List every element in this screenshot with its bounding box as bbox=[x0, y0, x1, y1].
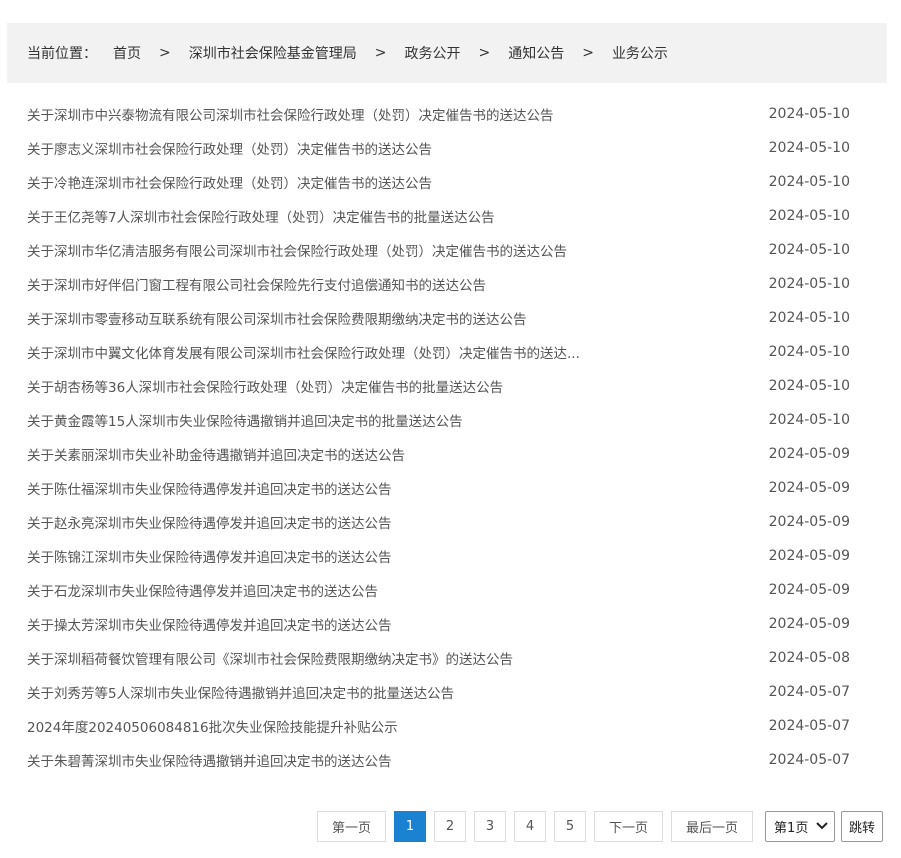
breadcrumb-bureau[interactable]: 深圳市社会保险基金管理局 bbox=[189, 43, 357, 63]
list-item: 关于深圳稻荷餐饮管理有限公司《深圳市社会保险费限期缴纳决定书》的送达公告 2024… bbox=[0, 641, 901, 675]
notice-title-link[interactable]: 关于黄金霞等15人深圳市失业保险待遇撤销并追回决定书的批量送达公告 bbox=[27, 410, 607, 430]
list-item: 关于操太芳深圳市失业保险待遇停发并追回决定书的送达公告 2024-05-09 bbox=[0, 607, 901, 641]
breadcrumb-government-affairs[interactable]: 政务公开 bbox=[404, 43, 460, 63]
list-item: 关于胡杏杨等36人深圳市社会保险行政处理（处罚）决定催告书的批量送达公告 2024… bbox=[0, 369, 901, 403]
list-item: 关于冷艳连深圳市社会保险行政处理（处罚）决定催告书的送达公告 2024-05-10 bbox=[0, 165, 901, 199]
notice-title-link[interactable]: 关于深圳市中兴泰物流有限公司深圳市社会保险行政处理（处罚）决定催告书的送达公告 bbox=[27, 104, 607, 124]
notice-title-link[interactable]: 关于深圳市好伴侣门窗工程有限公司社会保险先行支付追偿通知书的送达公告 bbox=[27, 274, 607, 294]
page-1-button[interactable]: 1 bbox=[394, 810, 427, 842]
notice-date: 2024-05-09 bbox=[768, 616, 850, 632]
notice-title-link[interactable]: 关于朱碧菁深圳市失业保险待遇撤销并追回决定书的送达公告 bbox=[27, 750, 607, 770]
notice-date: 2024-05-10 bbox=[768, 242, 850, 258]
list-item: 关于陈锦江深圳市失业保险待遇停发并追回决定书的送达公告 2024-05-09 bbox=[0, 539, 901, 573]
chevron-down-icon bbox=[816, 822, 828, 830]
notice-date: 2024-05-10 bbox=[768, 174, 850, 190]
list-item: 关于廖志义深圳市社会保险行政处理（处罚）决定催告书的送达公告 2024-05-10 bbox=[0, 131, 901, 165]
list-item: 关于赵永亮深圳市失业保险待遇停发并追回决定书的送达公告 2024-05-09 bbox=[0, 505, 901, 539]
breadcrumb-home[interactable]: 首页 bbox=[113, 43, 141, 63]
notice-title-link[interactable]: 关于廖志义深圳市社会保险行政处理（处罚）决定催告书的送达公告 bbox=[27, 138, 607, 158]
breadcrumb-separator: > bbox=[374, 45, 387, 61]
pagination: 第一页 1 2 3 4 5 下一页 最后一页 第1页 跳转 bbox=[317, 810, 884, 842]
list-item: 关于深圳市中翼文化体育发展有限公司深圳市社会保险行政处理（处罚）决定催告书的送达… bbox=[0, 335, 901, 369]
list-item: 2024年度20240506084816批次失业保险技能提升补贴公示 2024-0… bbox=[0, 709, 901, 743]
notice-date: 2024-05-10 bbox=[768, 310, 850, 326]
notice-title-link[interactable]: 关于关素丽深圳市失业补助金待遇撤销并追回决定书的送达公告 bbox=[27, 444, 607, 464]
notice-title-link[interactable]: 关于王亿尧等7人深圳市社会保险行政处理（处罚）决定催告书的批量送达公告 bbox=[27, 206, 607, 226]
list-item: 关于石龙深圳市失业保险待遇停发并追回决定书的送达公告 2024-05-09 bbox=[0, 573, 901, 607]
notice-date: 2024-05-10 bbox=[768, 208, 850, 224]
breadcrumb-prefix: 当前位置： bbox=[27, 46, 97, 62]
notice-title-link[interactable]: 关于深圳市华亿清洁服务有限公司深圳市社会保险行政处理（处罚）决定催告书的送达公告 bbox=[27, 240, 607, 260]
list-item: 关于深圳市零壹移动互联系统有限公司深圳市社会保险费限期缴纳决定书的送达公告 202… bbox=[0, 301, 901, 335]
notice-date: 2024-05-07 bbox=[768, 752, 850, 768]
page-5-button[interactable]: 5 bbox=[554, 810, 587, 842]
last-page-button[interactable]: 最后一页 bbox=[671, 810, 754, 842]
list-item: 关于深圳市中兴泰物流有限公司深圳市社会保险行政处理（处罚）决定催告书的送达公告 2… bbox=[0, 97, 901, 131]
page-4-button[interactable]: 4 bbox=[514, 810, 547, 842]
notice-title-link[interactable]: 关于石龙深圳市失业保险待遇停发并追回决定书的送达公告 bbox=[27, 580, 607, 600]
notice-title-link[interactable]: 2024年度20240506084816批次失业保险技能提升补贴公示 bbox=[27, 716, 607, 736]
notice-title-link[interactable]: 关于深圳市零壹移动互联系统有限公司深圳市社会保险费限期缴纳决定书的送达公告 bbox=[27, 308, 607, 328]
notice-date: 2024-05-10 bbox=[768, 378, 850, 394]
notice-date: 2024-05-07 bbox=[768, 718, 850, 734]
list-item: 关于深圳市好伴侣门窗工程有限公司社会保险先行支付追偿通知书的送达公告 2024-0… bbox=[0, 267, 901, 301]
notice-title-link[interactable]: 关于冷艳连深圳市社会保险行政处理（处罚）决定催告书的送达公告 bbox=[27, 172, 607, 192]
notice-title-link[interactable]: 关于陈仕福深圳市失业保险待遇停发并追回决定书的送达公告 bbox=[27, 478, 607, 498]
breadcrumb-separator: > bbox=[478, 45, 491, 61]
notice-title-link[interactable]: 关于胡杏杨等36人深圳市社会保险行政处理（处罚）决定催告书的批量送达公告 bbox=[27, 376, 607, 396]
list-item: 关于刘秀芳等5人深圳市失业保险待遇撤销并追回决定书的批量送达公告 2024-05-… bbox=[0, 675, 901, 709]
notice-date: 2024-05-07 bbox=[768, 684, 850, 700]
notice-date: 2024-05-10 bbox=[768, 140, 850, 156]
notice-date: 2024-05-08 bbox=[768, 650, 850, 666]
notice-title-link[interactable]: 关于操太芳深圳市失业保险待遇停发并追回决定书的送达公告 bbox=[27, 614, 607, 634]
notice-date: 2024-05-10 bbox=[768, 412, 850, 428]
page-3-button[interactable]: 3 bbox=[474, 810, 507, 842]
notice-date: 2024-05-09 bbox=[768, 548, 850, 564]
page-select[interactable]: 第1页 bbox=[765, 810, 836, 842]
notice-date: 2024-05-10 bbox=[768, 276, 850, 292]
list-item: 关于王亿尧等7人深圳市社会保险行政处理（处罚）决定催告书的批量送达公告 2024-… bbox=[0, 199, 901, 233]
breadcrumb-notices[interactable]: 通知公告 bbox=[508, 43, 564, 63]
list-item: 关于朱碧菁深圳市失业保险待遇撤销并追回决定书的送达公告 2024-05-07 bbox=[0, 743, 901, 777]
breadcrumb: 当前位置： 首页 > 深圳市社会保险基金管理局 > 政务公开 > 通知公告 > … bbox=[7, 23, 887, 83]
first-page-button[interactable]: 第一页 bbox=[317, 810, 387, 842]
notice-date: 2024-05-09 bbox=[768, 514, 850, 530]
list-item: 关于深圳市华亿清洁服务有限公司深圳市社会保险行政处理（处罚）决定催告书的送达公告… bbox=[0, 233, 901, 267]
notice-date: 2024-05-10 bbox=[768, 344, 850, 360]
list-item: 关于陈仕福深圳市失业保险待遇停发并追回决定书的送达公告 2024-05-09 bbox=[0, 471, 901, 505]
breadcrumb-separator: > bbox=[582, 45, 594, 61]
notice-title-link[interactable]: 关于赵永亮深圳市失业保险待遇停发并追回决定书的送达公告 bbox=[27, 512, 607, 532]
notice-list: 关于深圳市中兴泰物流有限公司深圳市社会保险行政处理（处罚）决定催告书的送达公告 2… bbox=[0, 97, 901, 777]
notice-date: 2024-05-09 bbox=[768, 446, 850, 462]
page-2-button[interactable]: 2 bbox=[434, 810, 467, 842]
notice-title-link[interactable]: 关于深圳稻荷餐饮管理有限公司《深圳市社会保险费限期缴纳决定书》的送达公告 bbox=[27, 648, 607, 668]
notice-date: 2024-05-09 bbox=[768, 582, 850, 598]
list-item: 关于关素丽深圳市失业补助金待遇撤销并追回决定书的送达公告 2024-05-09 bbox=[0, 437, 901, 471]
notice-date: 2024-05-10 bbox=[768, 106, 850, 122]
next-page-button[interactable]: 下一页 bbox=[594, 810, 664, 842]
page-select-value: 第1页 bbox=[774, 820, 809, 836]
jump-button[interactable]: 跳转 bbox=[841, 810, 884, 842]
breadcrumb-business-publicity[interactable]: 业务公示 bbox=[612, 43, 668, 63]
notice-date: 2024-05-09 bbox=[768, 480, 850, 496]
breadcrumb-separator: > bbox=[159, 45, 171, 61]
list-item: 关于黄金霞等15人深圳市失业保险待遇撤销并追回决定书的批量送达公告 2024-05… bbox=[0, 403, 901, 437]
notice-title-link[interactable]: 关于刘秀芳等5人深圳市失业保险待遇撤销并追回决定书的批量送达公告 bbox=[27, 682, 607, 702]
notice-title-link[interactable]: 关于深圳市中翼文化体育发展有限公司深圳市社会保险行政处理（处罚）决定催告书的送达… bbox=[27, 342, 607, 362]
notice-title-link[interactable]: 关于陈锦江深圳市失业保险待遇停发并追回决定书的送达公告 bbox=[27, 546, 607, 566]
